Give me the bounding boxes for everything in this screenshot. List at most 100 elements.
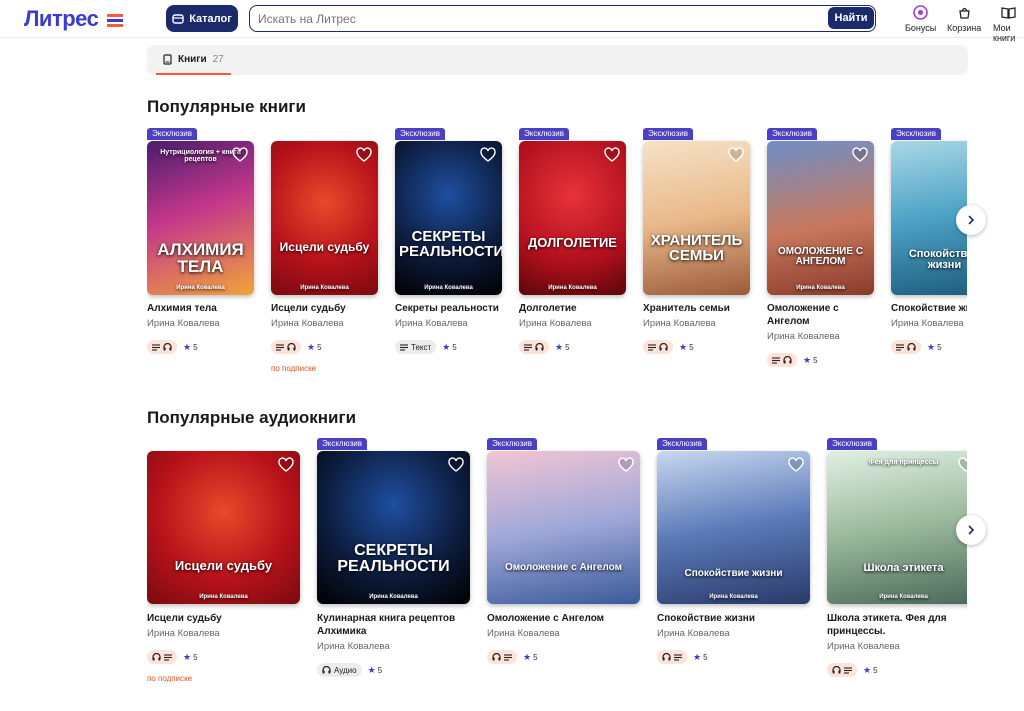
books-next-button[interactable] bbox=[956, 205, 986, 235]
audiobook-card[interactable]: Эксклюзив Спокойствие жизни Ирина Ковалева… bbox=[657, 438, 810, 688]
book-cover[interactable]: Нутрициология + книга рецептов АЛХИМИЯ ТЕ… bbox=[147, 141, 254, 295]
heart-icon[interactable] bbox=[958, 457, 967, 473]
book-title[interactable]: Секреты реальности bbox=[395, 302, 510, 315]
book-author[interactable]: Ирина Ковалева bbox=[147, 628, 220, 639]
book-cover[interactable]: СЕКРЕТЫ РЕАЛЬНОСТИ Ирина Ковалева bbox=[317, 451, 470, 604]
bonuses-link[interactable]: Бонусы bbox=[905, 4, 936, 33]
books-carousel: Эксклюзив Нутрициология + книга рецептов А… bbox=[147, 128, 967, 376]
book-cover[interactable]: Спокойствие жизни Ирина Ковалева bbox=[657, 451, 810, 604]
book-title[interactable]: Кулинарная книга рецептов Алхимика bbox=[317, 612, 478, 638]
heart-icon[interactable] bbox=[356, 147, 372, 163]
text-icon bbox=[152, 343, 160, 351]
format-chip bbox=[643, 340, 673, 354]
rating: ★ 5 bbox=[927, 342, 942, 353]
book-author[interactable]: Ирина Ковалева bbox=[395, 318, 468, 329]
search-input[interactable] bbox=[258, 10, 818, 27]
book-author[interactable]: Ирина Ковалева bbox=[519, 318, 592, 329]
book-author[interactable]: Ирина Ковалева bbox=[827, 641, 900, 652]
cart-label: Корзина bbox=[947, 23, 982, 33]
book-title[interactable]: Школа этикета. Фея для принцессы. bbox=[827, 612, 967, 638]
cover-title: Исцели судьбу bbox=[174, 558, 273, 573]
cover-subtitle: Фея для принцессы bbox=[868, 459, 939, 466]
rating: ★ 5 bbox=[555, 342, 570, 353]
heart-icon[interactable] bbox=[728, 147, 744, 163]
book-card[interactable]: Эксклюзив ОМОЛОЖЕНИЕ С АНГЕЛОМ Ирина Ковал… bbox=[767, 128, 874, 376]
catalog-button[interactable]: Каталог bbox=[166, 5, 238, 32]
search-bar: Найти bbox=[249, 5, 876, 32]
book-title[interactable]: Спокойствие жизни bbox=[891, 302, 967, 315]
book-title[interactable]: Хранитель семьи bbox=[643, 302, 758, 315]
section-title-books[interactable]: Популярные книги bbox=[147, 97, 306, 117]
book-title[interactable]: Омоложение с Ангелом bbox=[487, 612, 648, 625]
section-title-audiobooks[interactable]: Популярные аудиокниги bbox=[147, 408, 356, 428]
book-cover[interactable]: Исцели судьбу Ирина Ковалева bbox=[147, 451, 300, 604]
book-cover[interactable]: ОМОЛОЖЕНИЕ С АНГЕЛОМ Ирина Ковалева bbox=[767, 141, 874, 295]
book-title[interactable]: Омоложение с Ангелом bbox=[767, 302, 882, 328]
heart-icon[interactable] bbox=[618, 457, 634, 473]
book-cover[interactable]: ХРАНИТЕЛЬ СЕМЬИ bbox=[643, 141, 750, 295]
book-cover[interactable]: Фея для принцессы Школа этикета Ирина Кова… bbox=[827, 451, 967, 604]
exclusive-badge: Эксклюзив bbox=[657, 438, 707, 450]
book-card[interactable]: Эксклюзив ХРАНИТЕЛЬ СЕМЬИ Хранитель семьи И… bbox=[643, 128, 750, 376]
top-header: Литрес Каталог Найти Бонусы Корзина Мои … bbox=[0, 0, 1024, 43]
book-cover[interactable]: Исцели судьбу Ирина Ковалева bbox=[271, 141, 378, 295]
cover-author: Ирина Ковалева bbox=[796, 285, 845, 291]
star-icon: ★ bbox=[367, 664, 376, 675]
audiobook-card[interactable]: Эксклюзив Омоложение с Ангелом Омоложение … bbox=[487, 438, 640, 688]
format-row: ★ 5 bbox=[657, 650, 708, 664]
book-author[interactable]: Ирина Ковалева bbox=[767, 331, 840, 342]
rating: ★ 5 bbox=[679, 342, 694, 353]
book-card[interactable]: Эксклюзив ДОЛГОЛЕТИЕ Ирина Ковалева Долголе… bbox=[519, 128, 626, 376]
heart-icon[interactable] bbox=[232, 147, 248, 163]
star-icon: ★ bbox=[307, 341, 316, 352]
my-books-label: Мои книги bbox=[993, 23, 1016, 43]
audiobooks-next-button[interactable] bbox=[956, 515, 986, 545]
book-author[interactable]: Ирина Ковалева bbox=[643, 318, 716, 329]
heart-icon[interactable] bbox=[788, 457, 804, 473]
book-author[interactable]: Ирина Ковалева bbox=[317, 641, 390, 652]
litres-logo[interactable]: Литрес bbox=[24, 6, 123, 32]
book-author[interactable]: Ирина Ковалева bbox=[891, 318, 964, 329]
book-cover[interactable]: Омоложение с Ангелом bbox=[487, 451, 640, 604]
star-icon: ★ bbox=[863, 664, 872, 675]
book-title[interactable]: Исцели судьбу bbox=[147, 612, 308, 625]
book-author[interactable]: Ирина Ковалева bbox=[271, 318, 344, 329]
book-title[interactable]: Алхимия тела bbox=[147, 302, 262, 315]
book-author[interactable]: Ирина Ковалева bbox=[147, 318, 220, 329]
audiobook-card[interactable]: Исцели судьбу Ирина Ковалева Исцели судьбу… bbox=[147, 438, 300, 688]
exclusive-badge: Эксклюзив bbox=[643, 128, 693, 140]
format-chip bbox=[827, 663, 857, 677]
format-row: ★ 5 bbox=[891, 340, 942, 354]
rating: ★ 5 bbox=[803, 355, 818, 366]
rating: ★ 5 bbox=[863, 665, 878, 676]
book-card[interactable]: Эксклюзив СЕКРЕТЫ РЕАЛЬНОСТИ Ирина Ковалев… bbox=[395, 128, 502, 376]
book-author[interactable]: Ирина Ковалева bbox=[487, 628, 560, 639]
heart-icon[interactable] bbox=[604, 147, 620, 163]
tab-label: Книги bbox=[178, 53, 207, 65]
my-books-link[interactable]: Мои книги bbox=[993, 4, 1024, 43]
book-title[interactable]: Долголетие bbox=[519, 302, 634, 315]
book-title[interactable]: Спокойствие жизни bbox=[657, 612, 818, 625]
book-card[interactable]: Исцели судьбу Ирина Ковалева Исцели судьбу… bbox=[271, 128, 378, 376]
heart-icon[interactable] bbox=[278, 457, 294, 473]
search-button[interactable]: Найти bbox=[828, 7, 874, 29]
tab-books[interactable]: Книги 27 bbox=[156, 45, 231, 75]
audiobook-card[interactable]: Эксклюзив Фея для принцессы Школа этикета И… bbox=[827, 438, 967, 688]
cart-link[interactable]: Корзина bbox=[947, 4, 981, 33]
heart-icon[interactable] bbox=[852, 147, 868, 163]
heart-icon[interactable] bbox=[480, 147, 496, 163]
book-title[interactable]: Исцели судьбу bbox=[271, 302, 386, 315]
book-cover[interactable]: СЕКРЕТЫ РЕАЛЬНОСТИ Ирина Ковалева bbox=[395, 141, 502, 295]
tab-count: 27 bbox=[212, 53, 224, 65]
book-author[interactable]: Ирина Ковалева bbox=[657, 628, 730, 639]
book-card[interactable]: Эксклюзив Спокойствие жизни Спокойствие жи… bbox=[891, 128, 967, 376]
heart-icon[interactable] bbox=[448, 457, 464, 473]
audiobook-card[interactable]: Эксклюзив СЕКРЕТЫ РЕАЛЬНОСТИ Ирина Ковалев… bbox=[317, 438, 470, 688]
text-icon bbox=[648, 343, 656, 351]
book-card[interactable]: Эксклюзив Нутрициология + книга рецептов А… bbox=[147, 128, 254, 376]
format-row: ★ 5 bbox=[147, 650, 198, 664]
book-cover[interactable]: ДОЛГОЛЕТИЕ Ирина Ковалева bbox=[519, 141, 626, 295]
cover-title: Спокойствие жизни bbox=[908, 248, 967, 271]
headphones-icon bbox=[907, 343, 916, 351]
exclusive-badge: Эксклюзив bbox=[767, 128, 817, 140]
